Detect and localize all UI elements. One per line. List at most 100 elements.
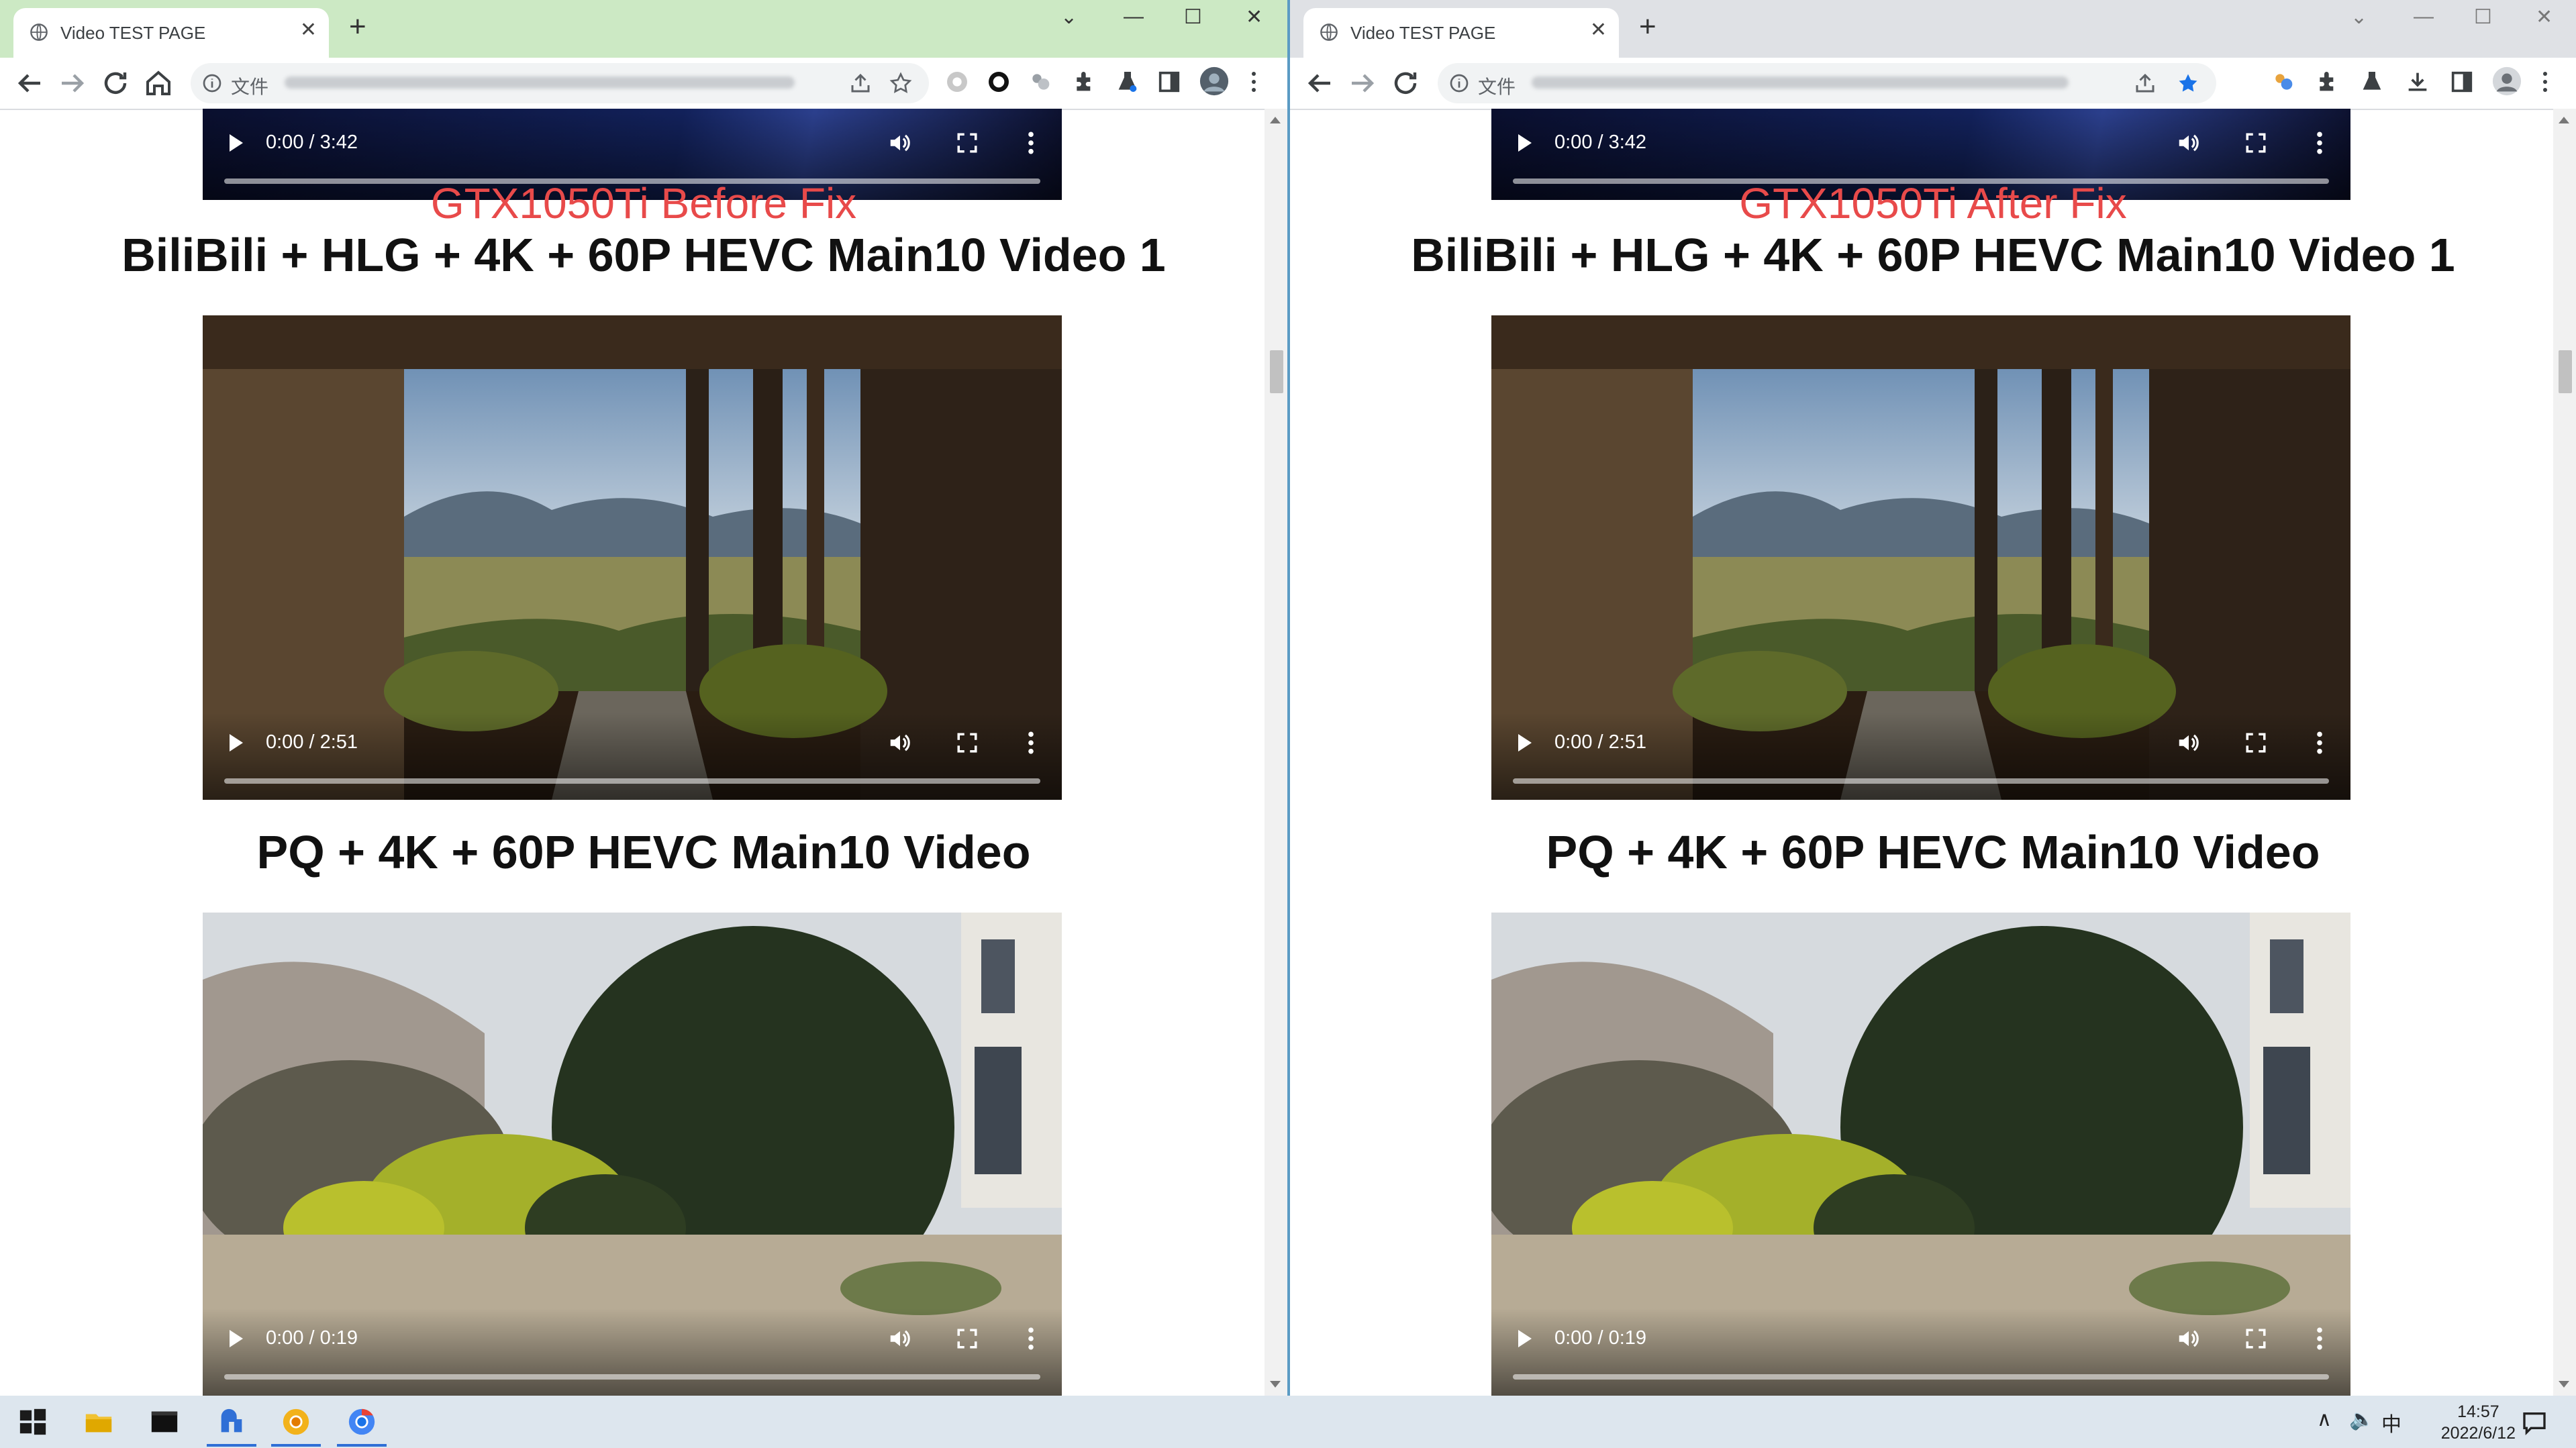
scroll-up-arrow[interactable] — [1270, 117, 1281, 123]
more-options-icon[interactable] — [1027, 1326, 1035, 1351]
side-panel-icon[interactable] — [1156, 68, 1183, 95]
share-icon[interactable] — [2133, 71, 2157, 95]
video-player-2[interactable]: 0:00 / 2:51 — [203, 315, 1062, 800]
scroll-down-arrow[interactable] — [2559, 1381, 2569, 1388]
more-options-icon[interactable] — [1027, 730, 1035, 756]
fullscreen-icon[interactable] — [2244, 1327, 2267, 1350]
close-tab-icon[interactable]: ✕ — [300, 19, 317, 42]
video-player-3[interactable]: 0:00 / 0:19 — [203, 913, 1062, 1396]
video-player-2[interactable]: 0:00 / 2:51 — [1491, 315, 2350, 800]
forward-icon[interactable] — [56, 67, 89, 99]
progress-track[interactable] — [224, 1374, 1040, 1380]
fullscreen-icon[interactable] — [956, 731, 979, 754]
file-explorer-icon[interactable] — [83, 1406, 114, 1437]
maximize-button[interactable]: ☐ — [1184, 5, 1202, 32]
app-icon-blue[interactable] — [216, 1406, 247, 1437]
volume-icon[interactable] — [2176, 1326, 2201, 1351]
progress-track[interactable] — [224, 778, 1040, 784]
video-time: 0:00 / 2:51 — [1554, 731, 1647, 753]
extension-flask-icon[interactable] — [1114, 68, 1141, 95]
minimize-button[interactable]: — — [2414, 5, 2434, 32]
close-window-button[interactable]: ✕ — [2536, 5, 2553, 32]
video-player-3[interactable]: 0:00 / 0:19 — [1491, 913, 2350, 1396]
new-tab-button[interactable]: + — [349, 12, 366, 42]
globe-icon — [30, 23, 48, 41]
fullscreen-icon[interactable] — [2244, 132, 2267, 154]
bookmark-star-icon[interactable] — [2176, 71, 2200, 95]
extension-flask-icon[interactable] — [2359, 68, 2385, 95]
chrome-icon[interactable] — [346, 1406, 377, 1437]
extension-people-icon[interactable] — [2270, 68, 2297, 95]
play-icon[interactable] — [1518, 1330, 1532, 1347]
share-icon[interactable] — [848, 71, 873, 95]
more-options-icon[interactable] — [2316, 1326, 2324, 1351]
reload-icon[interactable] — [1389, 67, 1422, 99]
reload-icon[interactable] — [99, 67, 132, 99]
scroll-up-arrow[interactable] — [2559, 117, 2569, 123]
volume-icon[interactable] — [887, 1326, 913, 1351]
extensions-puzzle-icon[interactable] — [2314, 68, 2341, 95]
play-icon[interactable] — [230, 1330, 243, 1347]
tab-video-test-page[interactable]: Video TEST PAGE ✕ — [1303, 8, 1619, 58]
close-window-button[interactable]: ✕ — [1246, 5, 1262, 32]
new-tab-button[interactable]: + — [1639, 12, 1656, 42]
tab-search-icon[interactable]: ⌄ — [1060, 5, 1077, 32]
minimize-button[interactable]: — — [1124, 5, 1144, 32]
extension-color-icon[interactable] — [944, 68, 971, 95]
notification-icon[interactable] — [2521, 1409, 2548, 1436]
tab-search-icon[interactable]: ⌄ — [2350, 5, 2367, 32]
chrome-canary-icon[interactable] — [281, 1406, 311, 1437]
forward-icon[interactable] — [1346, 67, 1379, 99]
extension-people-icon[interactable] — [1027, 68, 1054, 95]
volume-icon[interactable] — [887, 730, 913, 756]
menu-kebab-icon[interactable] — [2537, 68, 2553, 95]
play-icon[interactable] — [230, 134, 243, 152]
fullscreen-icon[interactable] — [2244, 731, 2267, 754]
extension-ring-icon[interactable] — [985, 68, 1012, 95]
fullscreen-icon[interactable] — [956, 1327, 979, 1350]
comparison-label: GTX1050Ti Before Fix — [430, 179, 857, 227]
play-icon[interactable] — [230, 734, 243, 752]
profile-avatar[interactable] — [1199, 66, 1230, 97]
menu-kebab-icon[interactable] — [1246, 68, 1262, 95]
play-icon[interactable] — [1518, 734, 1532, 752]
ime-indicator[interactable]: 中 — [2381, 1408, 2401, 1437]
volume-icon[interactable] — [2176, 730, 2201, 756]
vertical-scrollbar[interactable] — [1265, 109, 1287, 1396]
tab-video-test-page[interactable]: Video TEST PAGE ✕ — [13, 8, 329, 58]
terminal-icon[interactable] — [149, 1406, 180, 1437]
more-options-icon[interactable] — [2316, 730, 2324, 756]
tray-chevron-icon[interactable]: ∧ — [2317, 1408, 2332, 1431]
progress-track[interactable] — [1513, 778, 2329, 784]
vertical-scrollbar[interactable] — [2553, 109, 2576, 1396]
fullscreen-icon[interactable] — [956, 132, 979, 154]
maximize-button[interactable]: ☐ — [2474, 5, 2492, 32]
bookmark-star-icon[interactable] — [889, 71, 913, 95]
profile-avatar[interactable] — [2491, 66, 2522, 97]
side-panel-icon[interactable] — [2448, 68, 2475, 95]
progress-track[interactable] — [1513, 1374, 2329, 1380]
volume-icon[interactable] — [2176, 130, 2201, 156]
back-icon[interactable] — [13, 67, 46, 99]
scrollbar-thumb[interactable] — [1270, 350, 1283, 393]
extensions-puzzle-icon[interactable] — [1071, 68, 1098, 95]
video-heading-1: BiliBili + HLG + 4K + 60P HEVC Main10 Vi… — [121, 229, 1166, 281]
more-options-icon[interactable] — [2316, 130, 2324, 156]
address-bar[interactable]: 文件 — [1438, 63, 2216, 103]
more-options-icon[interactable] — [1027, 130, 1035, 156]
address-bar[interactable]: 文件 — [191, 63, 929, 103]
redacted-url — [285, 76, 795, 89]
windows-start-icon[interactable] — [17, 1406, 48, 1437]
scrollbar-thumb[interactable] — [2559, 350, 2572, 393]
volume-tray-icon[interactable]: 🔈 — [2349, 1408, 2374, 1431]
play-icon[interactable] — [1518, 134, 1532, 152]
info-icon — [203, 74, 221, 93]
system-clock[interactable]: 14:57 2022/6/12 — [2441, 1401, 2516, 1444]
home-icon[interactable] — [142, 67, 175, 99]
close-tab-icon[interactable]: ✕ — [1590, 19, 1607, 42]
download-icon[interactable] — [2404, 68, 2431, 95]
video-time: 0:00 / 3:42 — [266, 132, 358, 153]
volume-icon[interactable] — [887, 130, 913, 156]
back-icon[interactable] — [1303, 67, 1336, 99]
scroll-down-arrow[interactable] — [1270, 1381, 1281, 1388]
